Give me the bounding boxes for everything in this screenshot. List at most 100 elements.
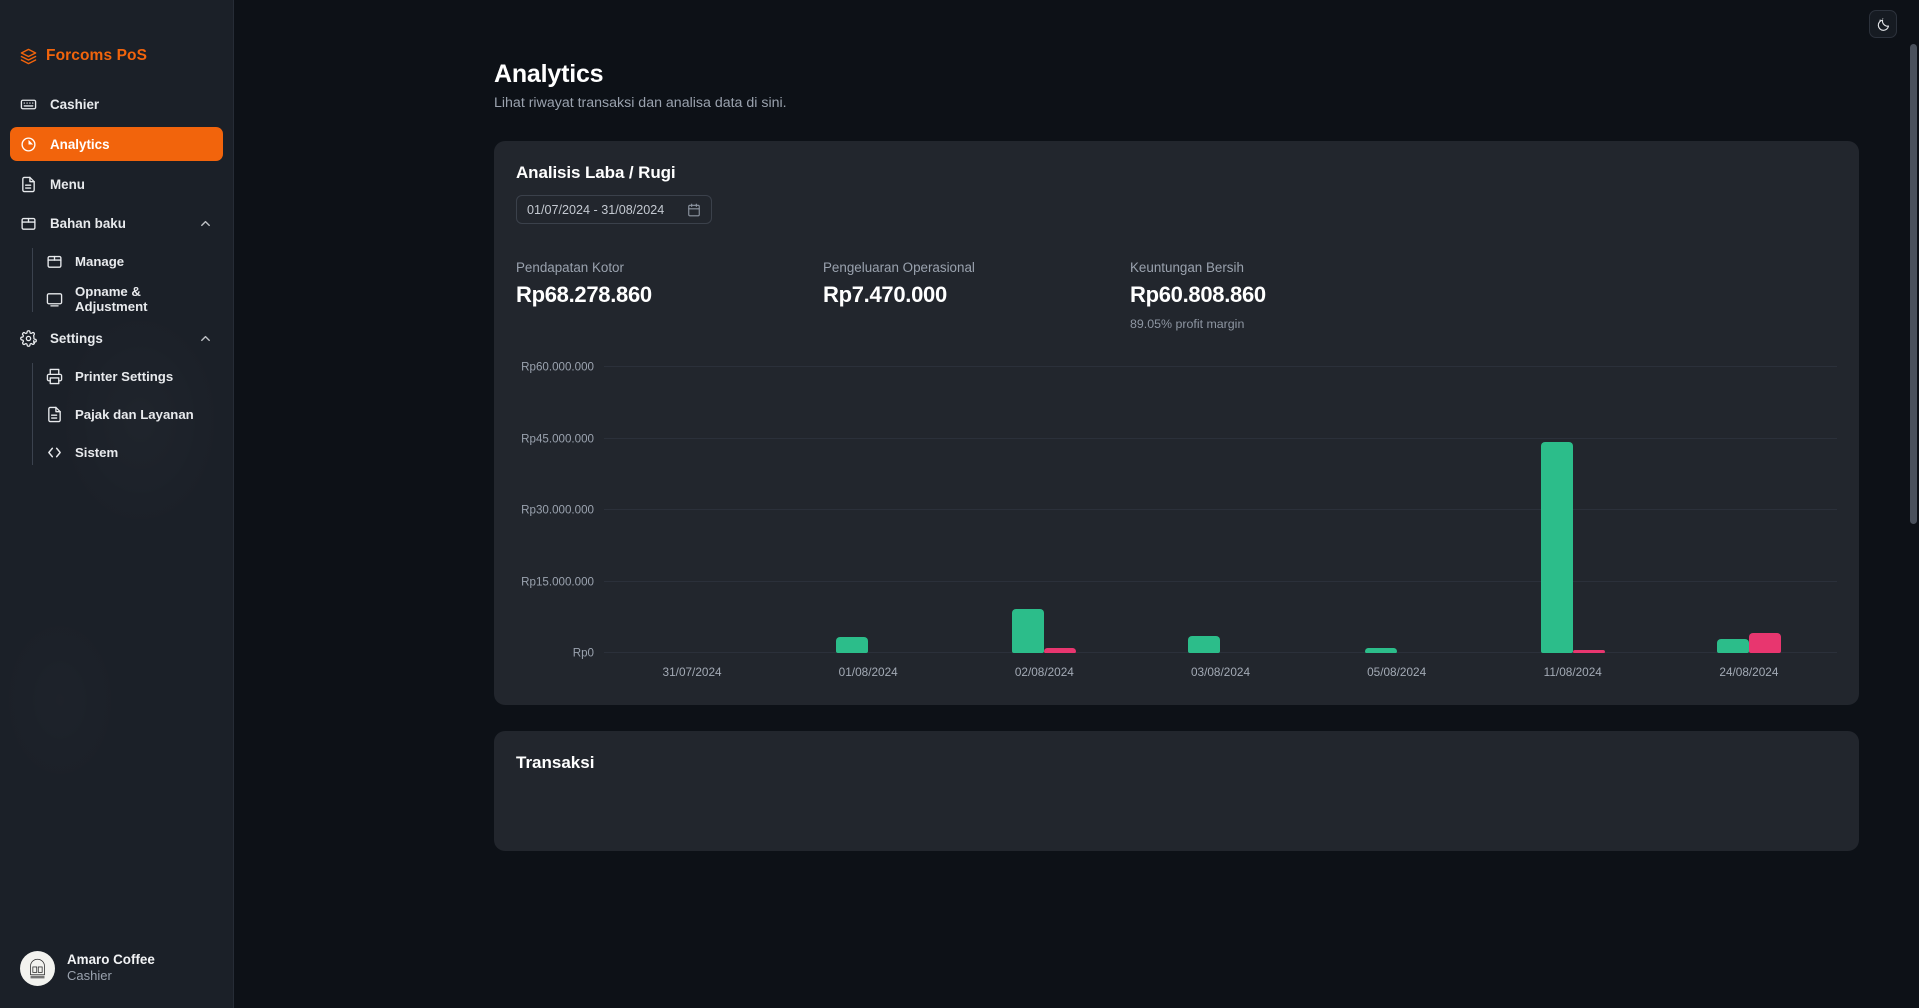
printer-icon (46, 368, 63, 385)
sidebar-subitem-label: Sistem (75, 445, 118, 460)
brand[interactable]: Forcoms PoS (0, 0, 233, 74)
chart-bar-income[interactable] (836, 637, 868, 653)
chart-plot-area: Rp0Rp15.000.000Rp30.000.000Rp45.000.000R… (604, 367, 1837, 653)
sidebar-spacer (0, 475, 233, 951)
chart-y-tick-label: Rp30.000.000 (521, 504, 594, 517)
sidebar-item-label: Analytics (50, 137, 213, 152)
chart-bar-group[interactable]: 24/08/2024 (1661, 367, 1837, 653)
sidebar-item-sistem[interactable]: Sistem (10, 437, 223, 467)
date-range-value: 01/07/2024 - 31/08/2024 (527, 203, 664, 217)
app-root: Forcoms PoS Cashier Analytics (0, 0, 1919, 1008)
profile-name: Amaro Coffee (67, 952, 155, 969)
stat-label: Pendapatan Kotor (516, 260, 823, 275)
page-header: Analytics Lihat riwayat transaksi dan an… (234, 42, 1919, 111)
transactions-card: Transaksi (494, 731, 1859, 851)
stats-row: Pendapatan Kotor Rp68.278.860 Pengeluara… (516, 260, 1837, 331)
chart-bar-income[interactable] (1188, 636, 1220, 653)
date-range-picker[interactable]: 01/07/2024 - 31/08/2024 (516, 195, 712, 224)
chart-x-tick-label: 05/08/2024 (1367, 665, 1426, 679)
chart-bar-income[interactable] (1012, 609, 1044, 653)
moon-stars-icon (1876, 17, 1891, 32)
chart-x-tick-label: 11/08/2024 (1544, 665, 1602, 679)
vertical-scrollbar[interactable] (1910, 44, 1917, 524)
chevron-up-icon[interactable] (198, 216, 213, 231)
chart-bar-expense[interactable] (1749, 633, 1781, 653)
chart-bars: 31/07/202401/08/202402/08/202403/08/2024… (604, 367, 1837, 653)
profile-role: Cashier (67, 968, 155, 985)
sidebar-item-label: Settings (50, 331, 185, 346)
settings-submenu: Printer Settings Pajak dan Layanan (10, 361, 223, 467)
bahan-baku-submenu: Manage Opname & Adjustment (10, 246, 223, 314)
keyboard-icon (20, 96, 37, 113)
chart-x-tick-label: 02/08/2024 (1015, 665, 1074, 679)
stat-label: Pengeluaran Operasional (823, 260, 1130, 275)
chart-x-tick-label: 24/08/2024 (1719, 665, 1778, 679)
chart-x-tick-label: 03/08/2024 (1191, 665, 1250, 679)
sidebar-item-bahan-baku[interactable]: Bahan baku (10, 207, 223, 239)
main-content: Analytics Lihat riwayat transaksi dan an… (234, 0, 1919, 1008)
sidebar-item-menu[interactable]: Menu (10, 168, 223, 200)
brand-name: Forcoms PoS (46, 47, 147, 65)
chart-bar-group[interactable]: 05/08/2024 (1309, 367, 1485, 653)
sidebar-item-printer-settings[interactable]: Printer Settings (10, 361, 223, 391)
sidebar-item-cashier[interactable]: Cashier (10, 88, 223, 120)
chart-bar-income[interactable] (1717, 639, 1749, 653)
chart-bar-income[interactable] (1541, 442, 1573, 653)
page-title: Analytics (494, 60, 1919, 89)
chart-y-tick-label: Rp45.000.000 (521, 432, 594, 445)
stat-value: Rp60.808.860 (1130, 282, 1437, 308)
chart-bar-group[interactable]: 11/08/2024 (1485, 367, 1661, 653)
chart-bar-expense[interactable] (1573, 650, 1605, 653)
profit-loss-card: Analisis Laba / Rugi 01/07/2024 - 31/08/… (494, 141, 1859, 705)
sidebar-item-analytics[interactable]: Analytics (10, 127, 223, 161)
code-icon (46, 444, 63, 461)
chart-y-tick-label: Rp0 (573, 647, 594, 660)
profit-loss-chart: Rp0Rp15.000.000Rp30.000.000Rp45.000.000R… (516, 367, 1837, 689)
stat-note: 89.05% profit margin (1130, 317, 1437, 331)
chart-x-tick-label: 01/08/2024 (839, 665, 898, 679)
card-title: Analisis Laba / Rugi (516, 163, 1837, 183)
stat-operational-expense: Pengeluaran Operasional Rp7.470.000 (823, 260, 1130, 331)
chart-x-tick-label: 31/07/2024 (663, 665, 722, 679)
sidebar-nav: Cashier Analytics Menu (0, 74, 233, 475)
topbar (234, 0, 1919, 42)
sidebar-item-opname-adjustment[interactable]: Opname & Adjustment (10, 284, 223, 314)
chart-bar-group[interactable]: 03/08/2024 (1132, 367, 1308, 653)
sidebar-item-label: Bahan baku (50, 216, 185, 231)
sidebar-item-label: Menu (50, 177, 213, 192)
stat-net-profit: Keuntungan Bersih Rp60.808.860 89.05% pr… (1130, 260, 1437, 331)
chart-y-tick-label: Rp15.000.000 (521, 575, 594, 588)
box-icon (46, 253, 63, 270)
amaro-coffee-logo-icon (22, 953, 53, 984)
chevron-up-icon[interactable] (198, 331, 213, 346)
sidebar-item-manage[interactable]: Manage (10, 246, 223, 276)
calendar-icon (687, 203, 701, 217)
card-title: Transaksi (516, 753, 1837, 773)
sidebar: Forcoms PoS Cashier Analytics (0, 0, 234, 1008)
sidebar-item-settings[interactable]: Settings (10, 322, 223, 354)
sidebar-profile[interactable]: Amaro Coffee Cashier (0, 951, 233, 1008)
chart-bar-group[interactable]: 01/08/2024 (780, 367, 956, 653)
stat-gross-revenue: Pendapatan Kotor Rp68.278.860 (516, 260, 823, 331)
page-subtitle: Lihat riwayat transaksi dan analisa data… (494, 95, 1919, 111)
sidebar-subitem-label: Pajak dan Layanan (75, 407, 194, 422)
theme-toggle-button[interactable] (1869, 10, 1897, 38)
stat-label: Keuntungan Bersih (1130, 260, 1437, 275)
gear-icon (20, 330, 37, 347)
sidebar-item-label: Cashier (50, 97, 213, 112)
sidebar-subitem-label: Manage (75, 254, 124, 269)
chart-bar-group[interactable]: 02/08/2024 (956, 367, 1132, 653)
stat-value: Rp68.278.860 (516, 282, 823, 308)
chart-y-tick-label: Rp60.000.000 (521, 361, 594, 374)
chart-bar-expense[interactable] (1044, 648, 1076, 653)
chart-bar-income[interactable] (1365, 648, 1397, 653)
file-text-icon (46, 406, 63, 423)
pie-chart-icon (20, 136, 37, 153)
chart-bar-group[interactable]: 31/07/2024 (604, 367, 780, 653)
box-icon (20, 215, 37, 232)
sidebar-item-pajak-dan-layanan[interactable]: Pajak dan Layanan (10, 399, 223, 429)
monitor-icon (46, 291, 63, 308)
avatar (20, 951, 55, 986)
file-text-icon (20, 176, 37, 193)
layers-icon (20, 48, 37, 65)
